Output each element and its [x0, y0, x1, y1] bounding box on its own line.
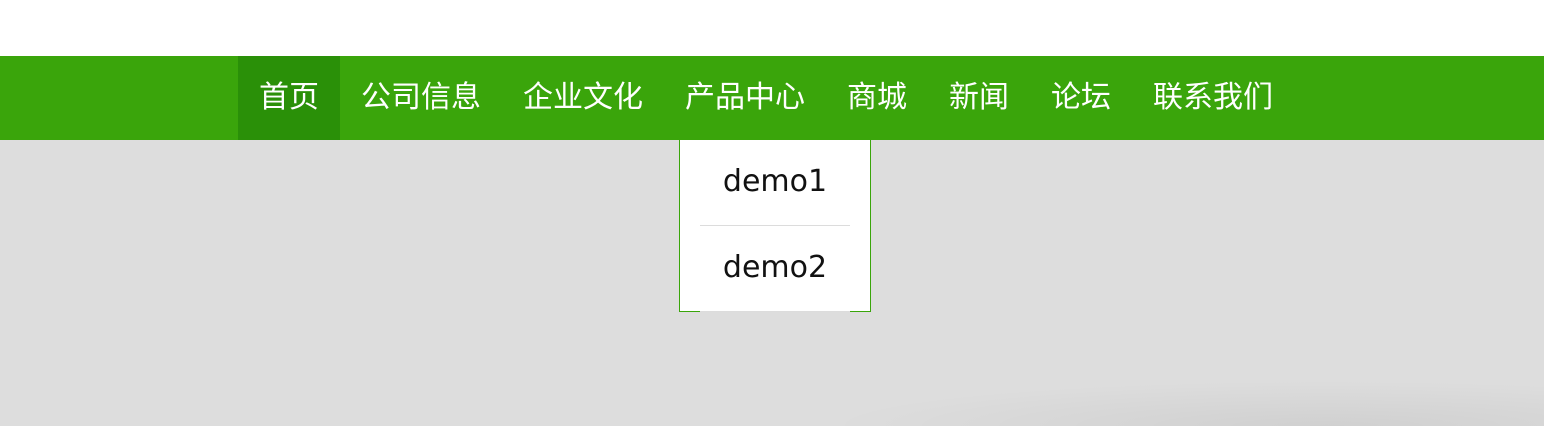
dropdown-item-demo1[interactable]: demo1: [700, 140, 850, 226]
nav-item-news[interactable]: 新闻: [928, 56, 1030, 140]
nav-item-product-center[interactable]: 产品中心: [664, 56, 826, 140]
product-center-dropdown: demo1 demo2: [679, 140, 871, 312]
nav-item-company-info[interactable]: 公司信息: [340, 56, 502, 140]
background-shadow: [820, 380, 1544, 426]
top-white-band: [0, 0, 1544, 56]
main-navbar: 首页 公司信息 企业文化 产品中心 商城 新闻 论坛 联系我们: [0, 56, 1544, 140]
nav-item-home[interactable]: 首页: [238, 56, 340, 140]
nav-item-contact-us[interactable]: 联系我们: [1132, 56, 1294, 140]
nav-item-forum[interactable]: 论坛: [1030, 56, 1132, 140]
nav-item-corporate-culture[interactable]: 企业文化: [502, 56, 664, 140]
dropdown-item-demo2[interactable]: demo2: [700, 226, 850, 312]
nav-item-mall[interactable]: 商城: [826, 56, 928, 140]
nav-list: 首页 公司信息 企业文化 产品中心 商城 新闻 论坛 联系我们: [238, 56, 1294, 140]
